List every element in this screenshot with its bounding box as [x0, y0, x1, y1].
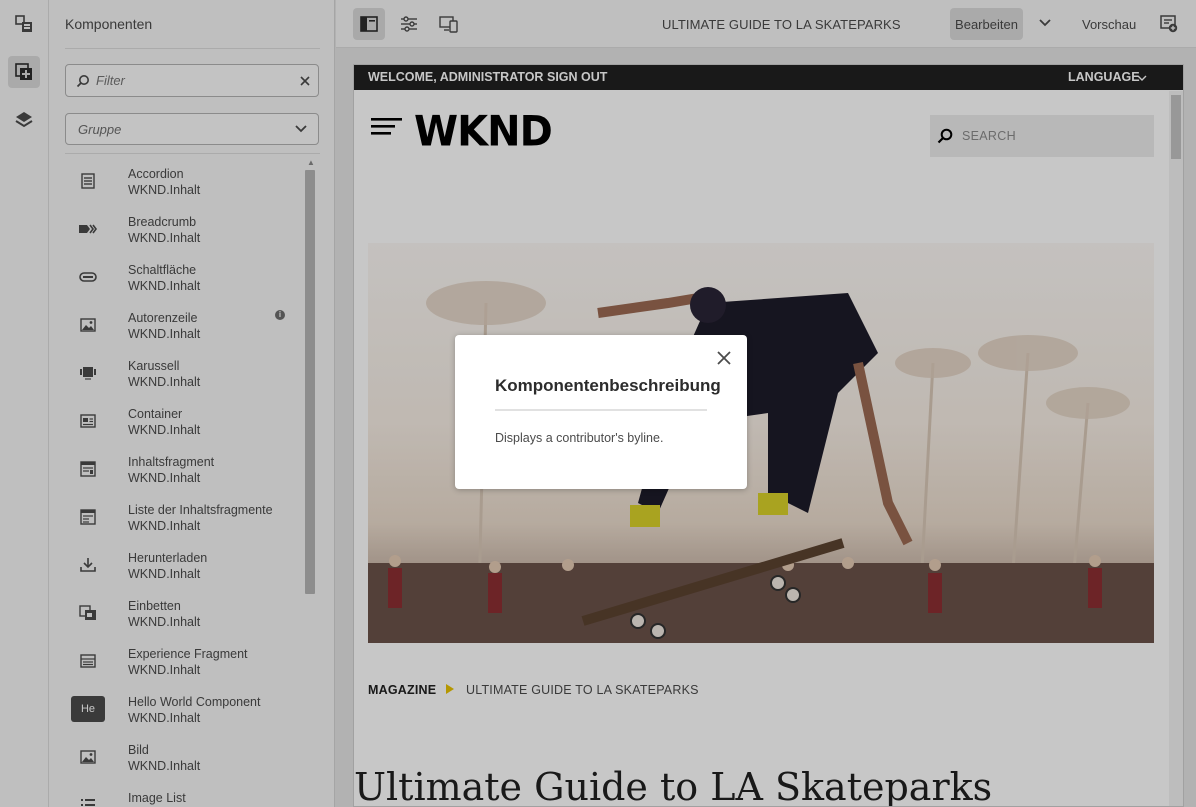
divider	[495, 409, 707, 411]
dialog-body: Displays a contributor's byline.	[495, 431, 664, 445]
component-description-dialog: Komponentenbeschreibung Displays a contr…	[455, 335, 747, 489]
close-icon[interactable]	[717, 351, 731, 368]
dialog-title: Komponentenbeschreibung	[495, 376, 721, 395]
